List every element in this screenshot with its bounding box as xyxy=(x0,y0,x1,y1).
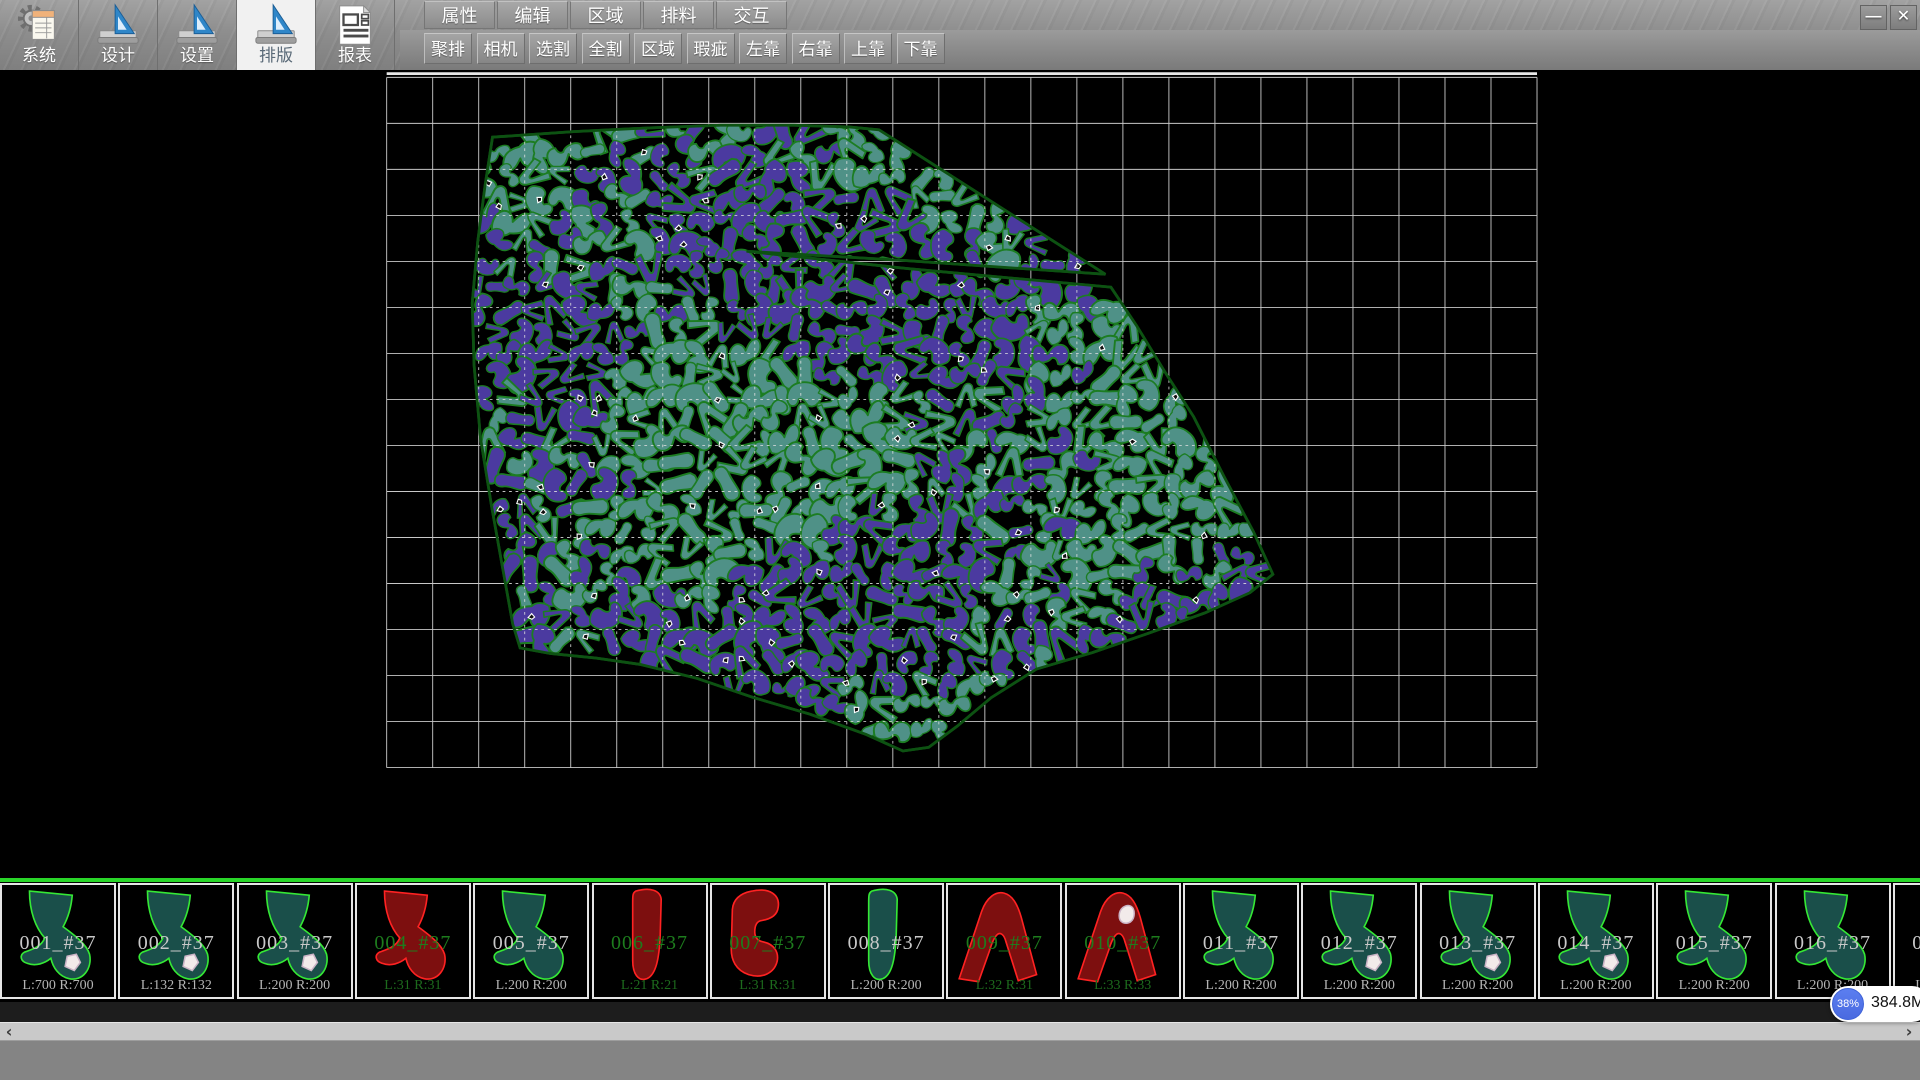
tool-button-2[interactable]: 相机 xyxy=(477,33,525,64)
window-controls: — ✕ xyxy=(1860,5,1917,30)
piece-thumbnail-003_#37[interactable]: 003_#37 L:200 R:200 xyxy=(237,883,353,999)
piece-name: 014_#37 xyxy=(1540,932,1652,955)
menu-tab-1[interactable]: 属性 xyxy=(424,1,495,29)
close-button[interactable]: ✕ xyxy=(1890,5,1917,30)
piece-name: 016_#37 xyxy=(1777,932,1889,955)
menu-tab-2[interactable]: 编辑 xyxy=(497,1,568,29)
piece-name: 010_#37 xyxy=(1067,932,1179,955)
memory-badge[interactable]: 38% 384.8M xyxy=(1830,986,1920,1022)
piece-name: 002_#37 xyxy=(120,932,232,955)
piece-thumbnail-strip: 001_#37 L:700 R:700 002_#37 L:132 R:132 003_… xyxy=(0,878,1920,1002)
piece-thumbnail-012_#37[interactable]: 012_#37 L:200 R:200 xyxy=(1301,883,1417,999)
piece-thumbnail-010_#37[interactable]: 010_#37 L:33 R:33 xyxy=(1065,883,1181,999)
piece-measurements: L:21 R:21 xyxy=(594,978,706,994)
piece-name: 009_#37 xyxy=(948,932,1060,955)
app-button-label: 设计 xyxy=(101,46,135,66)
piece-thumbnail-007_#37[interactable]: 007_#37 L:31 R:31 xyxy=(710,883,826,999)
nesting-ruler-icon xyxy=(253,2,299,46)
piece-thumbnail-004_#37[interactable]: 004_#37 L:31 R:31 xyxy=(355,883,471,999)
tool-button-9[interactable]: 上靠 xyxy=(844,33,892,64)
tool-button-3[interactable]: 选割 xyxy=(529,33,577,64)
system-gear-icon xyxy=(16,2,62,46)
piece-measurements: L:132 R:132 xyxy=(120,978,232,994)
settings-ruler-icon xyxy=(174,2,220,46)
menu-tab-5[interactable]: 交互 xyxy=(716,1,787,29)
piece-measurements: L:31 R:31 xyxy=(357,978,469,994)
memory-percent-badge: 38% xyxy=(1832,988,1864,1020)
piece-name: 015_#37 xyxy=(1658,932,1770,955)
piece-measurements: L:200 R:200 xyxy=(1422,978,1534,994)
piece-thumbnail-011_#37[interactable]: 011_#37 L:200 R:200 xyxy=(1183,883,1299,999)
menu-tab-3[interactable]: 区域 xyxy=(570,1,641,29)
titlebar: 系统设计设置排版报表 属性编辑区域排料交互 聚排相机选割全割区域瑕疵左靠右靠上靠… xyxy=(0,0,1920,71)
menu-tab-4[interactable]: 排料 xyxy=(643,1,714,29)
tool-button-4[interactable]: 全割 xyxy=(582,33,630,64)
piece-name: 012_#37 xyxy=(1303,932,1415,955)
scroll-right-icon[interactable]: › xyxy=(1900,1023,1918,1041)
memory-value-label: 384.8M xyxy=(1871,994,1920,1012)
tool-button-5[interactable]: 区域 xyxy=(634,33,682,64)
tool-button-10[interactable]: 下靠 xyxy=(897,33,945,64)
piece-name: 006_#37 xyxy=(594,932,706,955)
piece-thumbnail-014_#37[interactable]: 014_#37 L:200 R:200 xyxy=(1538,883,1654,999)
piece-thumbnail-009_#37[interactable]: 009_#37 L:32 R:31 xyxy=(946,883,1062,999)
app-button-bar: 系统 设计 设置 排版 报表 xyxy=(0,0,395,70)
piece-thumbnail-016_#37[interactable]: 016_#37L:200 R:200 xyxy=(1775,883,1891,999)
nesting-canvas[interactable] xyxy=(0,70,1920,878)
piece-name: 008_#37 xyxy=(830,932,942,955)
piece-name: 005_#37 xyxy=(475,932,587,955)
app-button-4[interactable]: 排版 xyxy=(237,0,316,70)
piece-thumbnail-006_#37[interactable]: 006_#37 L:21 R:21 xyxy=(592,883,708,999)
piece-thumbnail-005_#37[interactable]: 005_#37 L:200 R:200 xyxy=(473,883,589,999)
report-doc-icon xyxy=(332,2,378,46)
piece-name: 013_#37 xyxy=(1422,932,1534,955)
app-button-1[interactable]: 系统 xyxy=(0,0,79,70)
tool-button-8[interactable]: 右靠 xyxy=(792,33,840,64)
piece-name: 011_#37 xyxy=(1185,932,1297,955)
piece-measurements: L:200 R:200 xyxy=(1658,978,1770,994)
piece-measurements: L:31 R:31 xyxy=(712,978,824,994)
strip-gap xyxy=(0,1002,1920,1022)
nesting-drawing xyxy=(0,70,1920,878)
app-button-label: 排版 xyxy=(259,46,293,66)
app-button-label: 系统 xyxy=(22,46,56,66)
strip-highlight-line xyxy=(0,878,1920,882)
minimize-button[interactable]: — xyxy=(1860,5,1887,30)
tool-button-1[interactable]: 聚排 xyxy=(424,33,472,64)
piece-measurements: L:200 R:200 xyxy=(1540,978,1652,994)
piece-measurements: L:200 R:200 xyxy=(830,978,942,994)
menu-tab-bar: 属性编辑区域排料交互 xyxy=(424,1,789,29)
piece-measurements: L:700 R:700 xyxy=(2,978,114,994)
piece-measurements: L:200 R:200 xyxy=(239,978,351,994)
app-button-label: 报表 xyxy=(338,46,372,66)
tool-button-6[interactable]: 瑕疵 xyxy=(687,33,735,64)
piece-name: 003_#37 xyxy=(239,932,351,955)
piece-measurements: L:32 R:31 xyxy=(948,978,1060,994)
status-bar xyxy=(0,1040,1920,1080)
piece-thumbnail-008_#37[interactable]: 008_#37 L:200 R:200 xyxy=(828,883,944,999)
app-button-5[interactable]: 报表 xyxy=(316,0,395,70)
tool-button-7[interactable]: 左靠 xyxy=(739,33,787,64)
piece-name: 007_#37 xyxy=(712,932,824,955)
scroll-left-icon[interactable]: ‹ xyxy=(0,1023,18,1041)
piece-thumbnail-001_#37[interactable]: 001_#37 L:700 R:700 xyxy=(0,883,116,999)
horizontal-scrollbar[interactable]: ‹ › xyxy=(0,1022,1920,1040)
piece-name: 017_#37 xyxy=(1895,932,1920,955)
piece-measurements: L:33 R:33 xyxy=(1067,978,1179,994)
app-button-2[interactable]: 设计 xyxy=(79,0,158,70)
piece-measurements: L:200 R:200 xyxy=(1303,978,1415,994)
piece-name: 001_#37 xyxy=(2,932,114,955)
piece-thumbnail-013_#37[interactable]: 013_#37 L:200 R:200 xyxy=(1420,883,1536,999)
piece-thumbnail-017_#37[interactable]: 017_#37L:200 R:200 xyxy=(1893,883,1920,999)
piece-thumbnail-015_#37[interactable]: 015_#37 L:200 R:200 xyxy=(1656,883,1772,999)
tool-button-bar: 聚排相机选割全割区域瑕疵左靠右靠上靠下靠 xyxy=(424,33,949,64)
app-button-3[interactable]: 设置 xyxy=(158,0,237,70)
piece-thumbnail-002_#37[interactable]: 002_#37 L:132 R:132 xyxy=(118,883,234,999)
piece-measurements: L:200 R:200 xyxy=(475,978,587,994)
piece-measurements: L:200 R:200 xyxy=(1185,978,1297,994)
design-ruler-icon xyxy=(95,2,141,46)
piece-hole xyxy=(1119,906,1134,924)
app-button-label: 设置 xyxy=(180,46,214,66)
piece-name: 004_#37 xyxy=(357,932,469,955)
